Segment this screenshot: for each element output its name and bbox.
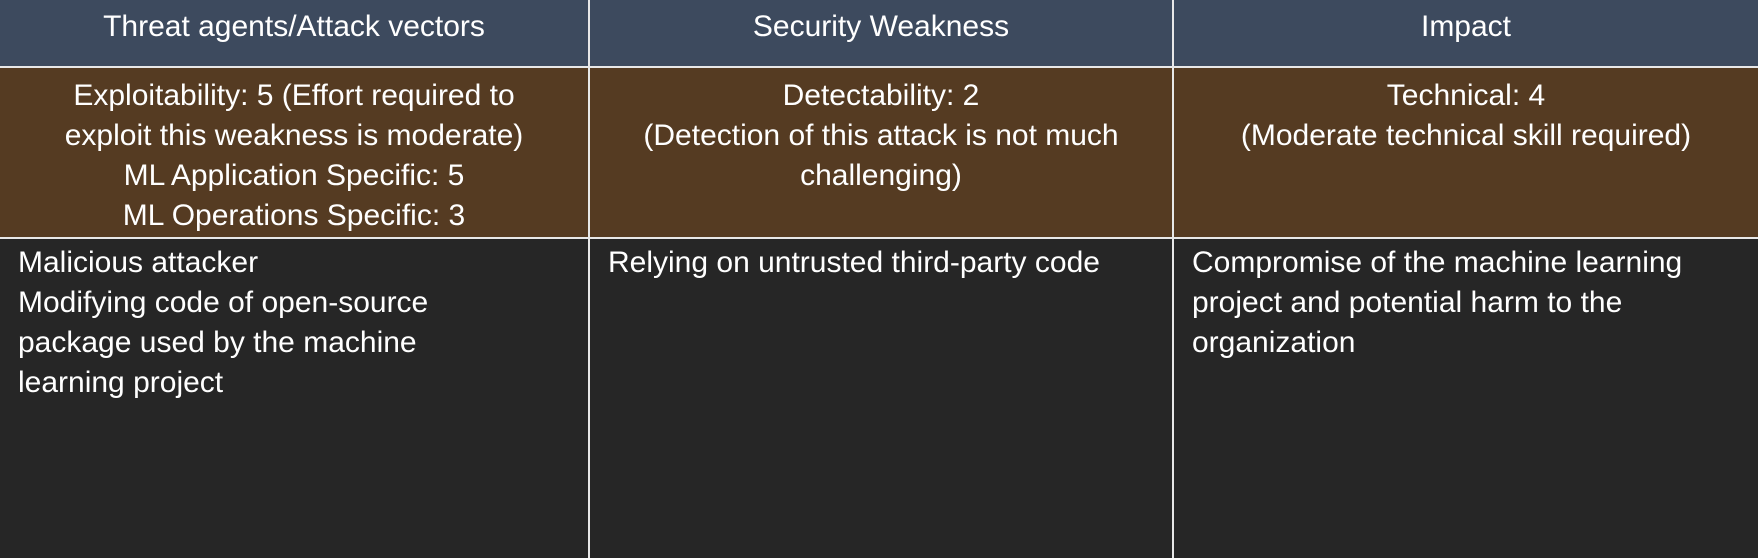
rating-row: Exploitability: 5 (Effort required to ex…: [0, 66, 1758, 239]
impact-line: Compromise of the machine learning: [1192, 246, 1683, 279]
detectability-line: challenging): [800, 159, 962, 192]
exploitability-line: Exploitability: 5 (Effort required to: [73, 79, 515, 112]
detectability-cell: Detectability: 2 (Detection of this atta…: [588, 66, 1174, 239]
threat-agent-line: Malicious attacker: [18, 246, 259, 279]
header-threat-agents: Threat agents/Attack vectors: [0, 0, 590, 68]
header-security-weakness: Security Weakness: [588, 0, 1174, 68]
ml-application-specific: ML Application Specific: 5: [123, 159, 465, 192]
detail-row: Malicious attacker Modifying code of ope…: [0, 237, 1758, 558]
impact-line: project and potential harm to the: [1192, 286, 1623, 319]
header-row: Threat agents/Attack vectors Security We…: [0, 0, 1758, 68]
technical-line: (Moderate technical skill required): [1240, 119, 1692, 152]
impact-detail-cell: Compromise of the machine learning proje…: [1172, 237, 1758, 558]
ml-operations-specific: ML Operations Specific: 3: [122, 199, 466, 232]
detectability-line: (Detection of this attack is not much: [643, 119, 1119, 152]
detectability-line: Detectability: 2: [782, 79, 980, 112]
technical-impact-cell: Technical: 4 (Moderate technical skill r…: [1172, 66, 1758, 239]
security-weakness-detail-cell: Relying on untrusted third-party code: [588, 237, 1174, 558]
attack-vector-line: learning project: [18, 366, 224, 399]
technical-line: Technical: 4: [1386, 79, 1546, 112]
header-impact: Impact: [1172, 0, 1758, 68]
exploitability-line: exploit this weakness is moderate): [64, 119, 524, 152]
impact-line: organization: [1192, 326, 1356, 359]
risk-rating-table: Threat agents/Attack vectors Security We…: [0, 0, 1758, 558]
threat-agents-detail-cell: Malicious attacker Modifying code of ope…: [0, 237, 590, 558]
exploitability-cell: Exploitability: 5 (Effort required to ex…: [0, 66, 590, 239]
attack-vector-line: Modifying code of open-source: [18, 286, 429, 319]
attack-vector-line: package used by the machine: [18, 326, 417, 359]
security-weakness-line: Relying on untrusted third-party code: [608, 246, 1100, 279]
